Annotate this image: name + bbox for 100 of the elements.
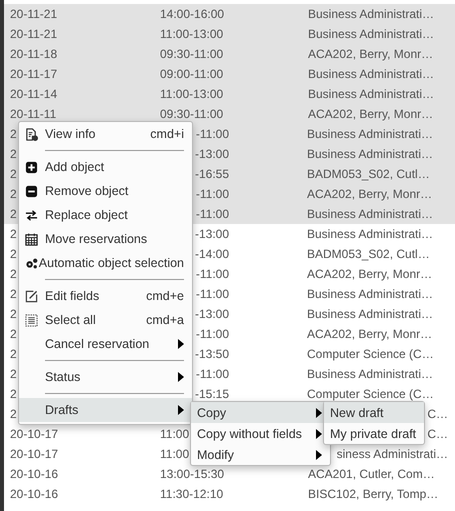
calendar-icon [25,232,38,246]
table-cell: 20-11-21 [10,28,58,40]
table-cell: 2 [10,308,17,320]
table-cell: Business Administrati… [307,288,434,300]
table-cell: -16:55 [194,168,229,180]
submenu-arrow-icon [316,408,322,418]
menu-item[interactable]: Replace object [19,203,192,227]
table-cell: 20-10-17 [10,448,58,460]
table-cell: -13:00 [194,228,229,240]
table-cell: 2 [10,188,17,200]
menu-item[interactable]: Move reservations [19,227,192,251]
table-cell: Business Administrati… [307,308,434,320]
menu-item[interactable]: Modify [191,444,330,465]
table-cell: Business Administrati… [308,28,434,40]
table-cell: 14:00-16:00 [160,8,224,20]
table-cell: 2 [10,168,17,180]
table-cell: C… [427,408,448,420]
table-cell: 20-11-11 [10,108,56,120]
table-cell: Business Administrati… [307,148,434,160]
table-cell: C… [427,428,448,440]
table-cell: 11:30-12:10 [160,488,224,500]
table-cell: 2 [10,228,17,240]
menu-item[interactable]: Drafts [19,398,192,422]
plus-square-icon [25,160,38,174]
table-cell: 20-11-18 [10,48,58,60]
selected-row[interactable]: 20-11-21 11:00-13:00 Business Administrati… [4,24,455,44]
selected-row[interactable]: 20-11-18 09:30-11:00 ACA202, Berry, Monr… [4,44,455,64]
minus-square-icon [25,184,38,198]
table-cell: -13:50 [194,348,229,360]
table-cell: 2 [10,128,17,140]
menu-item[interactable]: View info cmd+i [19,122,192,146]
selected-row[interactable]: 20-11-11 09:30-11:00 ACA202, Berry, Monr… [4,104,455,124]
table-cell: ACA202, Berry, Monr… [308,48,434,60]
table-cell: -11:00 [196,208,229,220]
menu-item[interactable]: Edit fields cmd+e [19,284,192,308]
selected-row[interactable]: 20-11-14 11:00-13:00 Business Administrati… [4,84,455,104]
table-cell: 2 [10,268,17,280]
table-cell: -11:00 [196,188,229,200]
table-cell: 2 [10,328,17,340]
table-cell: BADM053_S02, Cutl… [307,168,430,180]
selected-row[interactable]: 20-11-17 09:00-11:00 Business Administrati… [4,64,455,84]
table-cell: 2 [10,148,17,160]
table-cell: 2 [10,388,17,400]
table-cell: BISC102, Berry, Tomp… [308,488,438,500]
table-cell: 20-10-16 [10,468,58,480]
submenu-arrow-icon [178,372,184,382]
table-cell: 11:00-13:00 [160,88,224,100]
table-cell: 11:00 [160,428,190,440]
table-cell: ACA202, Berry, Monr… [308,108,434,120]
table-cell: -13:00 [194,308,229,320]
table-cell: 11:00 [160,448,190,460]
menu-item[interactable]: Cancel reservation [19,332,192,356]
list-select-icon [25,314,38,326]
table-cell: Business Administrati… [307,128,434,140]
table-cell: Computer Science (C… [307,348,434,360]
table-cell: 20-10-17 [10,428,58,440]
table-cell: Business Administrati… [308,8,434,20]
document-info-icon [25,128,38,140]
table-cell: -11:00 [196,128,229,140]
submenu-arrow-icon [316,450,322,460]
table-cell: Computer Science (C… [307,388,434,400]
table-cell: 09:00-11:00 [160,68,224,80]
swap-arrows-icon [25,208,38,222]
menu-item[interactable]: New draft [324,402,424,423]
table-cell: 20-11-14 [10,88,58,100]
table-cell: 13:00-15:30 [160,468,224,480]
table-cell: BADM053_S02, Cutl… [307,248,430,260]
table-cell: ACA201, Cutler, Com… [308,468,435,480]
table-cell: 2 [10,348,17,360]
submenu-arrow-icon [316,428,322,438]
table-cell: 09:30-11:00 [160,48,224,60]
menu-item[interactable]: Status [19,365,192,389]
table-cell: ACA202, Berry, Monr… [307,188,432,200]
table-cell: 2 [10,208,17,220]
table-cell: 09:30-11:00 [160,108,224,120]
table-cell: 20-11-17 [10,68,58,80]
table-cell: -11:00 [196,328,229,340]
table-cell: -11:00 [196,368,229,380]
table-cell: Business Administrati… [308,68,434,80]
table-cell: -11:00 [196,288,229,300]
table-cell: Business Administrati… [307,228,434,240]
edit-square-icon [25,290,38,302]
table-cell: -11:00 [196,268,229,280]
menu-item[interactable]: Automatic object selection [19,251,192,275]
table-cell: 2 [10,288,17,300]
table-cell: 2 [10,408,17,420]
submenu-arrow-icon [178,339,184,349]
menu-item[interactable]: Select all cmd+a [19,308,192,332]
table-cell: 20-10-16 [10,488,58,500]
selected-row[interactable]: 20-11-21 14:00-16:00 Business Administrati… [4,4,455,24]
table-cell: ACA202, Berry, Monr… [307,328,432,340]
table-cell: -15:15 [194,388,229,400]
submenu-arrow-icon [178,405,184,415]
table-cell: siness Administrati… [336,448,448,460]
table-cell: -13:00 [194,148,229,160]
table-cell: ACA202, Berry, Monr… [307,268,432,280]
table-cell: -14:00 [194,248,229,260]
table-cell: Business Administrati… [307,208,434,220]
table-cell: 11:00-13:00 [160,28,224,40]
table-cell: Business Administrati… [308,88,434,100]
